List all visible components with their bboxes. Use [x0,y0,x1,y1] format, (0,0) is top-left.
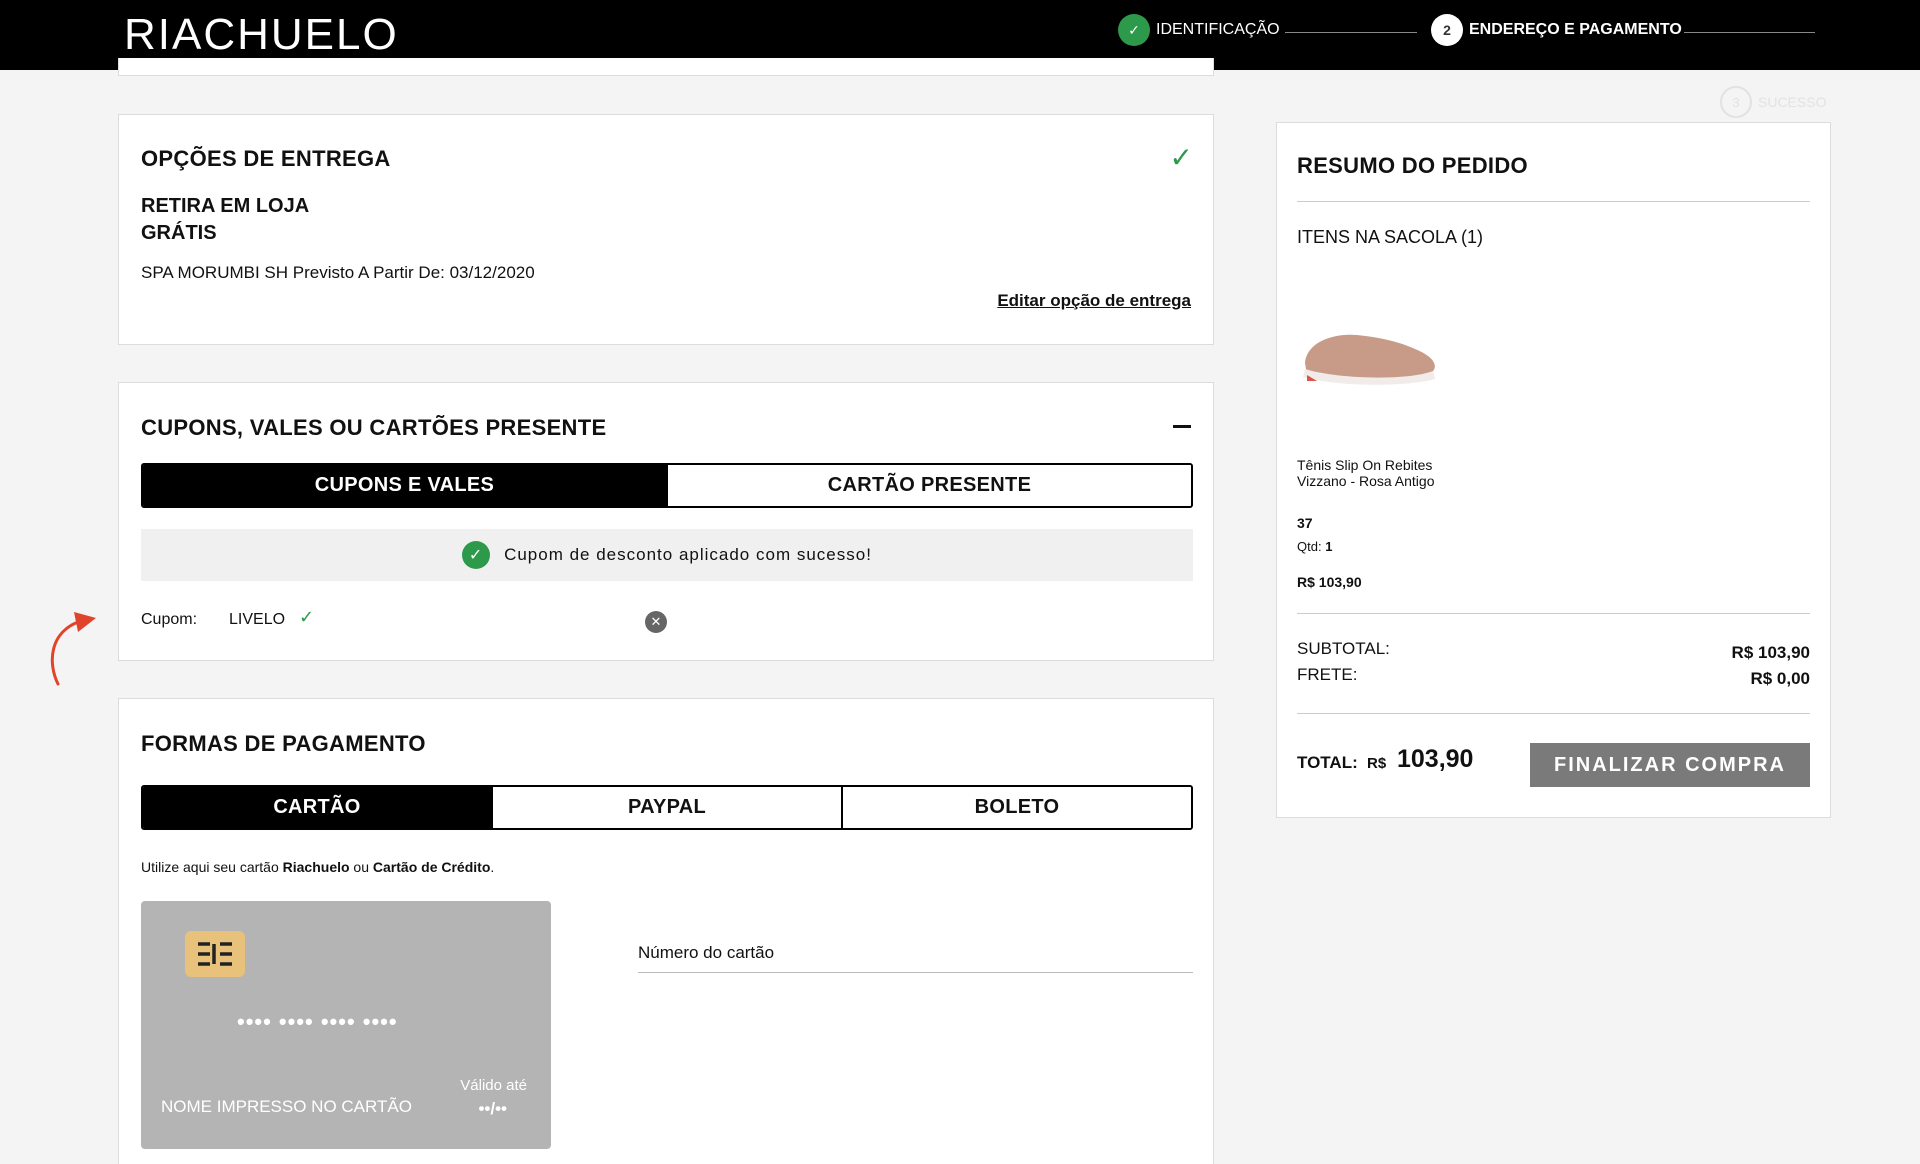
coupons-tabs: CUPONS E VALES CARTÃO PRESENTE [141,463,1193,508]
tab-paypal[interactable]: PAYPAL [491,787,841,828]
delivery-address: SPA MORUMBI SH Previsto A Partir De: 03/… [141,263,535,282]
tab-boleto[interactable]: BOLETO [841,787,1191,828]
product-qty: Qtd: 1 [1297,539,1333,554]
summary-title: RESUMO DO PEDIDO [1297,153,1528,178]
payment-title: FORMAS DE PAGAMENTO [141,731,426,756]
step-label: SUCESSO [1758,94,1827,110]
subtotal-label: SUBTOTAL: [1297,639,1390,658]
subtotal-value: R$ 103,90 [1731,643,1810,662]
step-number: 3 [1720,86,1752,118]
delivery-options-panel: OPÇÕES DE ENTREGA ✓ RETIRA EM LOJA GRÁTI… [118,114,1214,345]
remove-coupon-icon[interactable]: ✕ [645,611,667,633]
divider [1297,613,1810,614]
product-name: Tênis Slip On Rebites Vizzano - Rosa Ant… [1297,457,1435,489]
items-in-bag: ITENS NA SACOLA (1) [1297,227,1484,247]
step-label: ENDEREÇO E PAGAMENTO [1469,21,1682,38]
delivery-price: GRÁTIS [141,222,217,244]
total-currency: R$ [1367,755,1387,772]
step-divider [1285,32,1417,33]
riachuelo-logo[interactable]: RIACHUELO [124,10,399,60]
check-icon: ✓ [1169,142,1193,173]
coupon-code: LIVELO [229,611,286,628]
step-number: 2 [1431,14,1463,46]
card-valid-mask: ••/•• [478,1099,507,1118]
coupon-success-message: ✓ Cupom de desconto aplicado com sucesso… [141,529,1193,581]
coupon-label: Cupom: [141,611,198,628]
annotation-arrow-icon [50,612,96,686]
card-number-mask: •••• •••• •••• •••• [237,1009,398,1034]
tab-cupons-vales[interactable]: CUPONS E VALES [143,465,666,506]
edit-delivery-link[interactable]: Editar opção de entrega [997,291,1191,311]
coupons-title: CUPONS, VALES OU CARTÕES PRESENTE [141,415,607,440]
step-endereco-pagamento: 2 ENDEREÇO E PAGAMENTO [1431,14,1682,46]
step-identificacao: ✓ IDENTIFICAÇÃO [1118,14,1280,46]
credit-card-preview: •••• •••• •••• •••• NOME IMPRESSO NO CAR… [141,901,551,1149]
product-price: R$ 103,90 [1297,574,1362,590]
product-size: 37 [1297,515,1313,531]
payment-tabs: CARTÃO PAYPAL BOLETO [141,785,1193,830]
tab-cartao[interactable]: CARTÃO [143,787,491,828]
divider [1297,713,1810,714]
step-sucesso: 3 SUCESSO [1720,86,1826,118]
previous-panel-edge [118,58,1214,76]
step-divider [1684,32,1815,33]
total-value: 103,90 [1397,745,1474,773]
card-name-placeholder: NOME IMPRESSO NO CARTÃO [161,1097,412,1116]
card-valid-label: Válido até [460,1077,527,1094]
coupons-panel: CUPONS, VALES OU CARTÕES PRESENTE CUPONS… [118,382,1214,661]
payment-panel: FORMAS DE PAGAMENTO CARTÃO PAYPAL BOLETO… [118,698,1214,1164]
divider [1297,201,1810,202]
finalize-purchase-button[interactable]: FINALIZAR COMPRA [1530,743,1810,787]
collapse-minus-icon[interactable] [1173,425,1191,428]
step-label: IDENTIFICAÇÃO [1156,21,1280,38]
check-icon: ✓ [1118,14,1150,46]
check-icon: ✓ [299,607,315,627]
order-summary-panel: RESUMO DO PEDIDO ITENS NA SACOLA (1) Tên… [1276,122,1831,818]
card-number-input[interactable]: Número do cartão [638,939,1193,973]
card-chip-icon [185,931,245,977]
product-image[interactable] [1297,319,1442,389]
tab-cartao-presente[interactable]: CARTÃO PRESENTE [666,465,1191,506]
delivery-title: OPÇÕES DE ENTREGA [141,146,391,171]
success-text: Cupom de desconto aplicado com sucesso! [504,545,872,564]
shipping-label: FRETE: [1297,665,1358,684]
delivery-method: RETIRA EM LOJA [141,195,310,217]
payment-note: Utilize aqui seu cartão Riachuelo ou Car… [141,859,495,875]
check-circle-icon: ✓ [462,541,491,569]
total-label: TOTAL: [1297,753,1358,772]
shipping-value: R$ 0,00 [1750,669,1810,688]
